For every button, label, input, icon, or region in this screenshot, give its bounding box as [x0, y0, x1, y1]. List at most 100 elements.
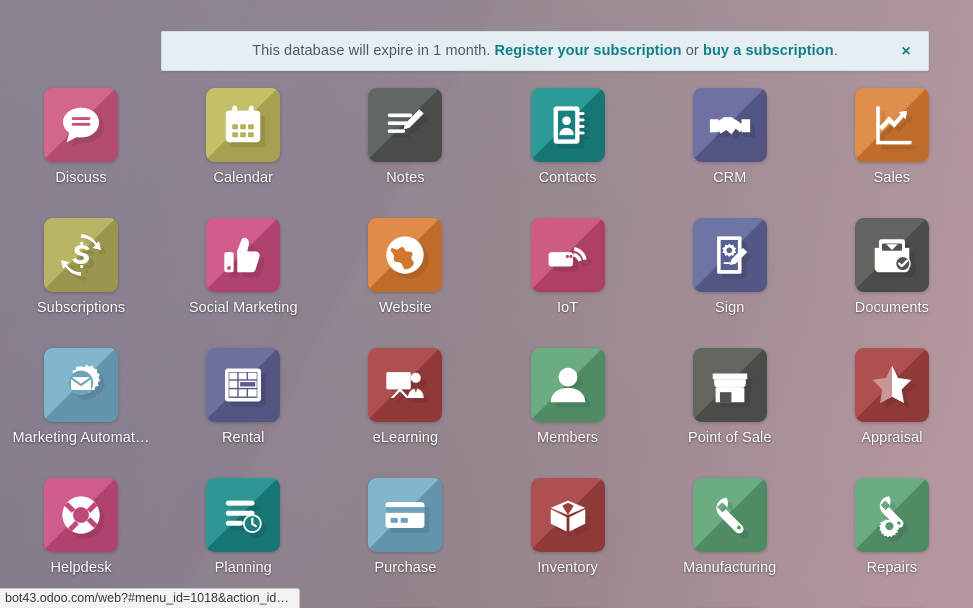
- buy-subscription-link[interactable]: buy a subscription: [703, 43, 834, 59]
- star-half-icon: [872, 365, 912, 404]
- globe-icon: [386, 236, 425, 274]
- handshake-icon-tile[interactable]: [692, 88, 767, 162]
- app-label: Rental: [221, 430, 265, 446]
- wrench-gear-icon-tile[interactable]: [854, 478, 929, 552]
- app-calendar[interactable]: Calendar: [162, 88, 324, 186]
- app-label: CRM: [713, 170, 747, 186]
- app-label: Contacts: [538, 170, 597, 186]
- sign-document-icon-tile[interactable]: [692, 218, 767, 292]
- banner-separator: or: [681, 43, 703, 59]
- app-label: Repairs: [866, 560, 918, 576]
- app-grid: Discuss Calendar Notes Contacts CRM Sales Subs…: [0, 88, 973, 608]
- app-repairs[interactable]: Repairs: [811, 478, 973, 576]
- app-inventory[interactable]: Inventory: [487, 478, 649, 576]
- planning-clock-icon: [225, 500, 262, 533]
- sign-document-icon: [716, 236, 747, 274]
- app-label: Manufacturing: [683, 560, 777, 576]
- open-box-icon: [550, 500, 585, 532]
- app-website[interactable]: Website: [324, 218, 486, 316]
- app-label: Website: [379, 300, 432, 316]
- wrench-icon: [716, 497, 744, 534]
- gear-envelope-icon: [68, 364, 101, 396]
- open-box-icon-tile[interactable]: [530, 478, 605, 552]
- shop-icon: [712, 373, 747, 403]
- growth-chart-icon: [876, 106, 912, 145]
- app-notes[interactable]: Notes: [324, 88, 486, 186]
- app-documents[interactable]: Documents: [811, 218, 973, 316]
- app-contacts[interactable]: Contacts: [487, 88, 649, 186]
- app-label: Planning: [214, 560, 272, 576]
- documents-folder-icon-tile[interactable]: [854, 218, 929, 292]
- app-sign[interactable]: Sign: [649, 218, 811, 316]
- odoo-apps-desktop: This database will expire in 1 month. Re…: [0, 0, 973, 608]
- rental-calendar-icon-tile[interactable]: [206, 348, 281, 422]
- app-label: IoT: [556, 300, 579, 316]
- contacts-icon-tile[interactable]: [530, 88, 605, 162]
- discuss-icon-tile[interactable]: [44, 88, 119, 162]
- banner-message: This database will expire in 1 month. Re…: [252, 43, 838, 59]
- planning-clock-icon-tile[interactable]: [206, 478, 281, 552]
- lifebuoy-icon-tile[interactable]: [44, 478, 119, 552]
- member-person-icon-tile[interactable]: [530, 348, 605, 422]
- calendar-icon: [225, 105, 261, 143]
- globe-icon-tile[interactable]: [368, 218, 443, 292]
- thumbs-up-icon: [224, 237, 260, 273]
- app-label: Calendar: [213, 170, 274, 186]
- iot-signal-icon-tile[interactable]: [530, 218, 605, 292]
- app-iot[interactable]: IoT: [487, 218, 649, 316]
- app-social-marketing[interactable]: Social Marketing: [162, 218, 324, 316]
- rental-calendar-icon: [225, 368, 262, 402]
- growth-chart-icon-tile[interactable]: [854, 88, 929, 162]
- app-planning[interactable]: Planning: [162, 478, 324, 576]
- calendar-icon-tile[interactable]: [206, 88, 281, 162]
- app-sales[interactable]: Sales: [811, 88, 973, 186]
- thumbs-up-icon-tile[interactable]: [206, 218, 281, 292]
- app-label: Inventory: [537, 560, 598, 576]
- handshake-icon: [709, 117, 750, 135]
- register-subscription-link[interactable]: Register your subscription: [495, 43, 682, 59]
- app-purchase[interactable]: Purchase: [324, 478, 486, 576]
- wrench-gear-icon: [879, 496, 904, 538]
- app-label: Purchase: [374, 560, 437, 576]
- app-elearning[interactable]: eLearning: [324, 348, 486, 446]
- recurring-dollar-icon: [60, 234, 102, 276]
- app-label: Point of Sale: [687, 430, 772, 446]
- app-label: Discuss: [55, 170, 107, 186]
- app-crm[interactable]: CRM: [649, 88, 811, 186]
- gear-envelope-icon-tile[interactable]: [44, 348, 119, 422]
- star-half-icon-tile[interactable]: [854, 348, 929, 422]
- app-label: Members: [537, 430, 599, 446]
- app-discuss[interactable]: Discuss: [0, 88, 162, 186]
- member-person-icon: [550, 367, 585, 403]
- wrench-icon-tile[interactable]: [692, 478, 767, 552]
- status-bar-url: bot43.odoo.com/web?#menu_id=1018&action_…: [0, 588, 300, 608]
- documents-folder-icon: [874, 239, 911, 273]
- app-label: Appraisal: [861, 430, 923, 446]
- app-manufacturing[interactable]: Manufacturing: [649, 478, 811, 576]
- app-members[interactable]: Members: [487, 348, 649, 446]
- app-label: Sales: [873, 170, 911, 186]
- credit-card-icon: [386, 502, 425, 528]
- contacts-icon: [553, 106, 585, 144]
- app-label: eLearning: [372, 430, 439, 446]
- credit-card-icon-tile[interactable]: [368, 478, 443, 552]
- elearning-board-icon-tile[interactable]: [368, 348, 443, 422]
- notes-icon-tile[interactable]: [368, 88, 443, 162]
- recurring-dollar-icon-tile[interactable]: [44, 218, 119, 292]
- app-marketing-automat[interactable]: Marketing Automat…: [0, 348, 162, 446]
- app-label: Sign: [715, 300, 745, 316]
- app-label: Subscriptions: [36, 300, 126, 316]
- subscription-expiry-banner: This database will expire in 1 month. Re…: [161, 31, 929, 71]
- app-subscriptions[interactable]: Subscriptions: [0, 218, 162, 316]
- app-appraisal[interactable]: Appraisal: [811, 348, 973, 446]
- app-label: Marketing Automat…: [12, 430, 150, 446]
- app-rental[interactable]: Rental: [162, 348, 324, 446]
- banner-message-suffix: .: [833, 43, 838, 59]
- app-helpdesk[interactable]: Helpdesk: [0, 478, 162, 576]
- banner-message-prefix: This database will expire in 1 month.: [252, 43, 495, 59]
- notes-icon: [388, 109, 425, 133]
- close-icon[interactable]: ×: [896, 41, 916, 61]
- app-point-of-sale[interactable]: Point of Sale: [649, 348, 811, 446]
- shop-icon-tile[interactable]: [692, 348, 767, 422]
- discuss-icon: [63, 107, 100, 143]
